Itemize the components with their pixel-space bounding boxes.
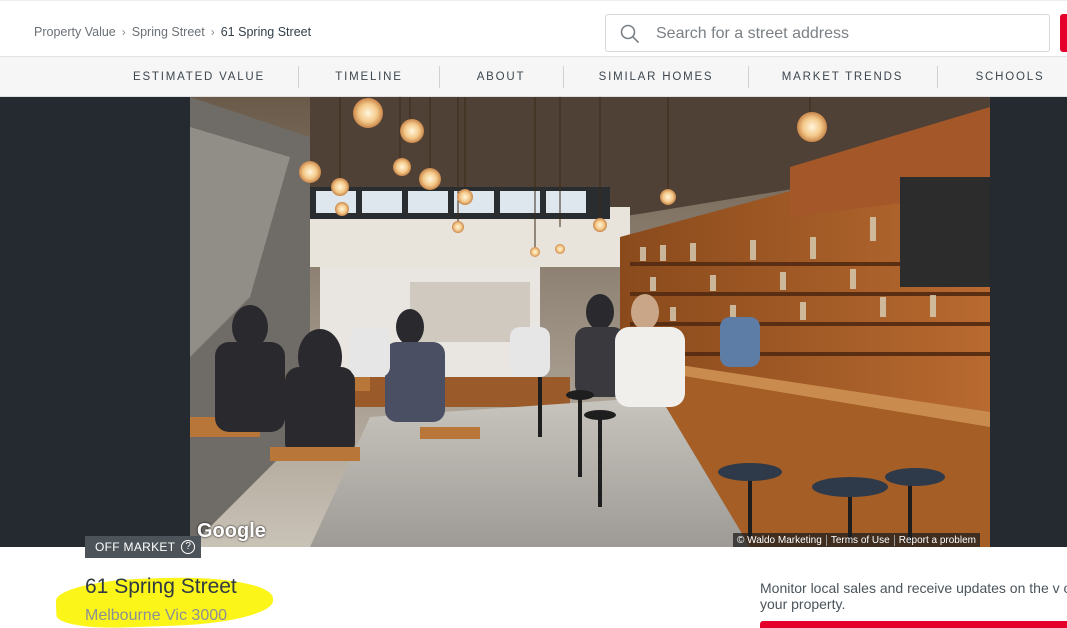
property-suburb: Melbourne Vic 3000 (85, 607, 228, 624)
chevron-right-icon: › (121, 25, 126, 39)
search-box[interactable] (605, 14, 1050, 52)
breadcrumb: Property Value › Spring Street › 61 Spri… (34, 25, 311, 39)
top-header: Property Value › Spring Street › 61 Spri… (0, 0, 1067, 57)
tab-divider (439, 66, 440, 88)
attribution-copyright: © Waldo Marketing (733, 534, 827, 546)
monitor-button[interactable] (760, 621, 1067, 628)
section-nav: ESTIMATED VALUE TIMELINE ABOUT SIMILAR H… (0, 57, 1067, 97)
status-label: OFF MARKET (95, 540, 176, 554)
breadcrumb-current: 61 Spring Street (220, 25, 312, 39)
tab-about[interactable]: ABOUT (460, 57, 542, 97)
report-problem-link[interactable]: Report a problem (895, 535, 980, 546)
tab-estimated-value[interactable]: ESTIMATED VALUE (128, 57, 270, 97)
chevron-right-icon: › (210, 25, 215, 39)
tab-market-trends[interactable]: MARKET TRENDS (775, 57, 910, 97)
search-button[interactable] (1060, 14, 1067, 52)
street-view-panel[interactable] (0, 97, 1067, 547)
search-input[interactable] (656, 22, 1036, 46)
map-attribution: © Waldo Marketing Terms of Use Report a … (733, 533, 980, 547)
breadcrumb-spring-street[interactable]: Spring Street (132, 25, 205, 39)
help-icon[interactable]: ? (181, 540, 196, 554)
monitor-text: Monitor local sales and receive updates … (760, 580, 1067, 612)
tab-divider (748, 66, 749, 88)
search-icon (620, 24, 640, 44)
tab-divider (298, 66, 299, 88)
google-logo: Google (197, 520, 266, 542)
tab-divider (937, 66, 938, 88)
status-badge: OFF MARKET ? (85, 536, 202, 558)
tab-divider (563, 66, 564, 88)
property-address: 61 Spring Street (85, 575, 237, 598)
tab-similar-homes[interactable]: SIMILAR HOMES (590, 57, 722, 97)
street-view-image[interactable] (190, 97, 990, 547)
terms-of-use-link[interactable]: Terms of Use (827, 534, 895, 546)
tab-timeline[interactable]: TIMELINE (318, 57, 420, 97)
tab-schools[interactable]: SCHOOLS (965, 57, 1055, 97)
breadcrumb-property-value[interactable]: Property Value (34, 25, 116, 39)
cafe-interior-image (190, 97, 990, 547)
